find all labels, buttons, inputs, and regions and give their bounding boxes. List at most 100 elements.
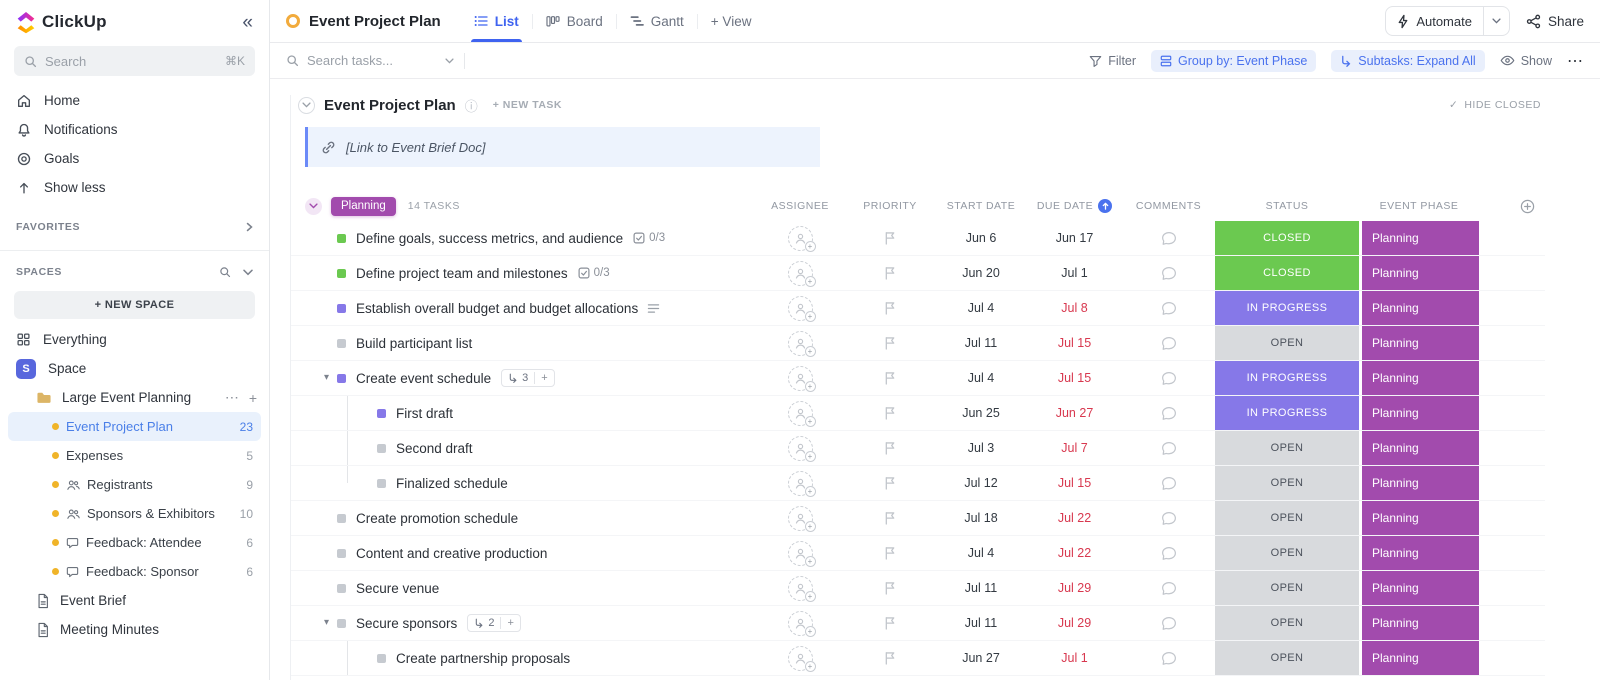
event-phase-badge[interactable]: Planning (1362, 326, 1479, 360)
sidebar-list-item[interactable]: Event Project Plan 23 (8, 412, 261, 441)
start-date[interactable]: Jun 6 (966, 231, 997, 245)
tab-gantt[interactable]: Gantt (617, 0, 697, 42)
event-phase-badge[interactable]: Planning (1362, 501, 1479, 535)
assignee-button[interactable]: + (787, 295, 816, 322)
subtask-count-pill[interactable]: 2 + (467, 614, 521, 632)
start-date[interactable]: Jun 20 (962, 266, 1000, 280)
task-row[interactable]: ▾ Establish overall budget and budget al… (290, 291, 1545, 326)
sidebar-list-item[interactable]: Feedback: Attendee 6 (8, 528, 261, 557)
sidebar-item-space[interactable]: S Space (0, 354, 269, 383)
share-button[interactable]: Share (1526, 14, 1584, 29)
event-phase-badge[interactable]: Planning (1362, 221, 1479, 255)
sidebar-list-item[interactable]: Sponsors & Exhibitors 10 (8, 499, 261, 528)
comments-icon[interactable] (1161, 651, 1177, 666)
task-name[interactable]: Secure venue (356, 581, 439, 596)
task-status-square-icon[interactable] (337, 338, 346, 348)
comments-icon[interactable] (1161, 266, 1177, 281)
subtasks-button[interactable]: Subtasks: Expand All (1331, 49, 1485, 72)
priority-flag-icon[interactable] (884, 511, 896, 525)
spaces-section-header[interactable]: SPACES (0, 259, 269, 285)
task-status-square-icon[interactable] (377, 653, 386, 663)
new-space-button[interactable]: + NEW SPACE (14, 291, 255, 319)
task-row[interactable]: ▾ Secure sponsors 2 + + Jul 11 Jul 29 OP… (290, 606, 1545, 641)
status-badge[interactable]: OPEN (1215, 501, 1359, 535)
comments-icon[interactable] (1161, 616, 1177, 631)
task-name[interactable]: Build participant list (356, 336, 472, 351)
comments-icon[interactable] (1161, 231, 1177, 246)
event-phase-badge[interactable]: Planning (1362, 641, 1479, 675)
due-date[interactable]: Jul 8 (1061, 301, 1087, 315)
sidebar-item-notifications[interactable]: Notifications (0, 115, 269, 144)
task-row[interactable]: ▾ Create promotion schedule (290, 501, 1545, 536)
assignee-button[interactable]: + (787, 330, 816, 357)
task-status-square-icon[interactable] (337, 373, 346, 383)
assignee-button[interactable]: + (787, 610, 816, 637)
assignee-button[interactable]: + (787, 260, 816, 287)
task-status-square-icon[interactable] (337, 303, 346, 313)
task-status-square-icon[interactable] (377, 478, 386, 488)
show-button[interactable]: Show (1500, 54, 1552, 68)
event-phase-badge[interactable]: Planning (1362, 431, 1479, 465)
add-view-button[interactable]: + View (698, 0, 765, 42)
task-row[interactable]: ▾ Content and creative production (290, 536, 1545, 571)
folder-add-icon[interactable]: + (249, 390, 257, 406)
chevron-down-icon[interactable] (1482, 7, 1509, 35)
assignee-button[interactable]: + (787, 540, 816, 567)
column-header-priority[interactable]: PRIORITY (845, 200, 935, 212)
assignee-button[interactable]: + (787, 470, 816, 497)
task-row[interactable]: ▾ Build participant list (290, 326, 1545, 361)
due-date[interactable]: Jul 29 (1058, 616, 1091, 630)
start-date[interactable]: Jul 4 (968, 301, 994, 315)
due-date[interactable]: Jul 22 (1058, 546, 1091, 560)
task-row[interactable]: ▾ Define goals, success metrics, and aud… (290, 221, 1545, 256)
event-phase-badge[interactable]: Planning (1362, 466, 1479, 500)
task-name[interactable]: Secure sponsors (356, 616, 457, 631)
sidebar-item-goals[interactable]: Goals (0, 144, 269, 173)
tab-board[interactable]: Board (533, 0, 616, 42)
group-status-badge[interactable]: Planning (331, 196, 396, 216)
subtask-count-pill[interactable]: 3 + (501, 369, 555, 387)
task-row[interactable]: ▾ Second draft (290, 431, 1545, 466)
expand-chevron-icon[interactable]: ▾ (324, 618, 329, 628)
start-date[interactable]: Jun 27 (962, 651, 1000, 665)
status-badge[interactable]: OPEN (1215, 431, 1359, 465)
comments-icon[interactable] (1161, 301, 1177, 316)
column-header-comments[interactable]: COMMENTS (1122, 200, 1215, 212)
hide-closed-toggle[interactable]: ✓ HIDE CLOSED (1449, 99, 1541, 111)
status-badge[interactable]: OPEN (1215, 571, 1359, 605)
info-icon[interactable]: ⓘ (465, 96, 478, 115)
more-options-icon[interactable]: ⋯ (1567, 51, 1584, 71)
status-badge[interactable]: IN PROGRESS (1215, 361, 1359, 395)
start-date[interactable]: Jul 4 (968, 371, 994, 385)
event-phase-badge[interactable]: Planning (1362, 291, 1479, 325)
sidebar-list-item[interactable]: Feedback: Sponsor 6 (8, 557, 261, 586)
priority-flag-icon[interactable] (884, 476, 896, 490)
sidebar-search-input[interactable] (45, 53, 217, 69)
event-phase-badge[interactable]: Planning (1362, 606, 1479, 640)
sidebar-folder-large-event-planning[interactable]: Large Event Planning ⋯ + (0, 383, 269, 412)
comments-icon[interactable] (1161, 406, 1177, 421)
add-column-icon[interactable] (1479, 199, 1545, 214)
assignee-button[interactable]: + (787, 225, 816, 252)
task-status-square-icon[interactable] (337, 618, 346, 628)
start-date[interactable]: Jul 12 (964, 476, 997, 490)
new-task-button[interactable]: + NEW TASK (493, 99, 562, 111)
description-icon[interactable] (647, 303, 660, 314)
status-badge[interactable]: OPEN (1215, 536, 1359, 570)
start-date[interactable]: Jul 11 (965, 581, 997, 595)
sidebar-doc-event-brief[interactable]: Event Brief (0, 586, 269, 615)
sidebar-list-item[interactable]: Registrants 9 (8, 470, 261, 499)
due-date[interactable]: Jul 22 (1058, 511, 1091, 525)
task-status-square-icon[interactable] (377, 408, 386, 418)
filter-button[interactable]: Filter (1089, 54, 1136, 68)
comments-icon[interactable] (1161, 336, 1177, 351)
task-status-square-icon[interactable] (377, 443, 386, 453)
folder-more-icon[interactable]: ⋯ (225, 389, 239, 406)
status-badge[interactable]: CLOSED (1215, 256, 1359, 290)
assignee-button[interactable]: + (787, 400, 816, 427)
sidebar-search[interactable]: ⌘K (14, 46, 255, 76)
chevron-down-icon[interactable] (243, 269, 253, 276)
task-name[interactable]: Finalized schedule (396, 476, 508, 491)
checklist-badge[interactable]: 0/3 (633, 232, 665, 244)
sidebar-collapse-icon[interactable]: « (242, 13, 253, 32)
